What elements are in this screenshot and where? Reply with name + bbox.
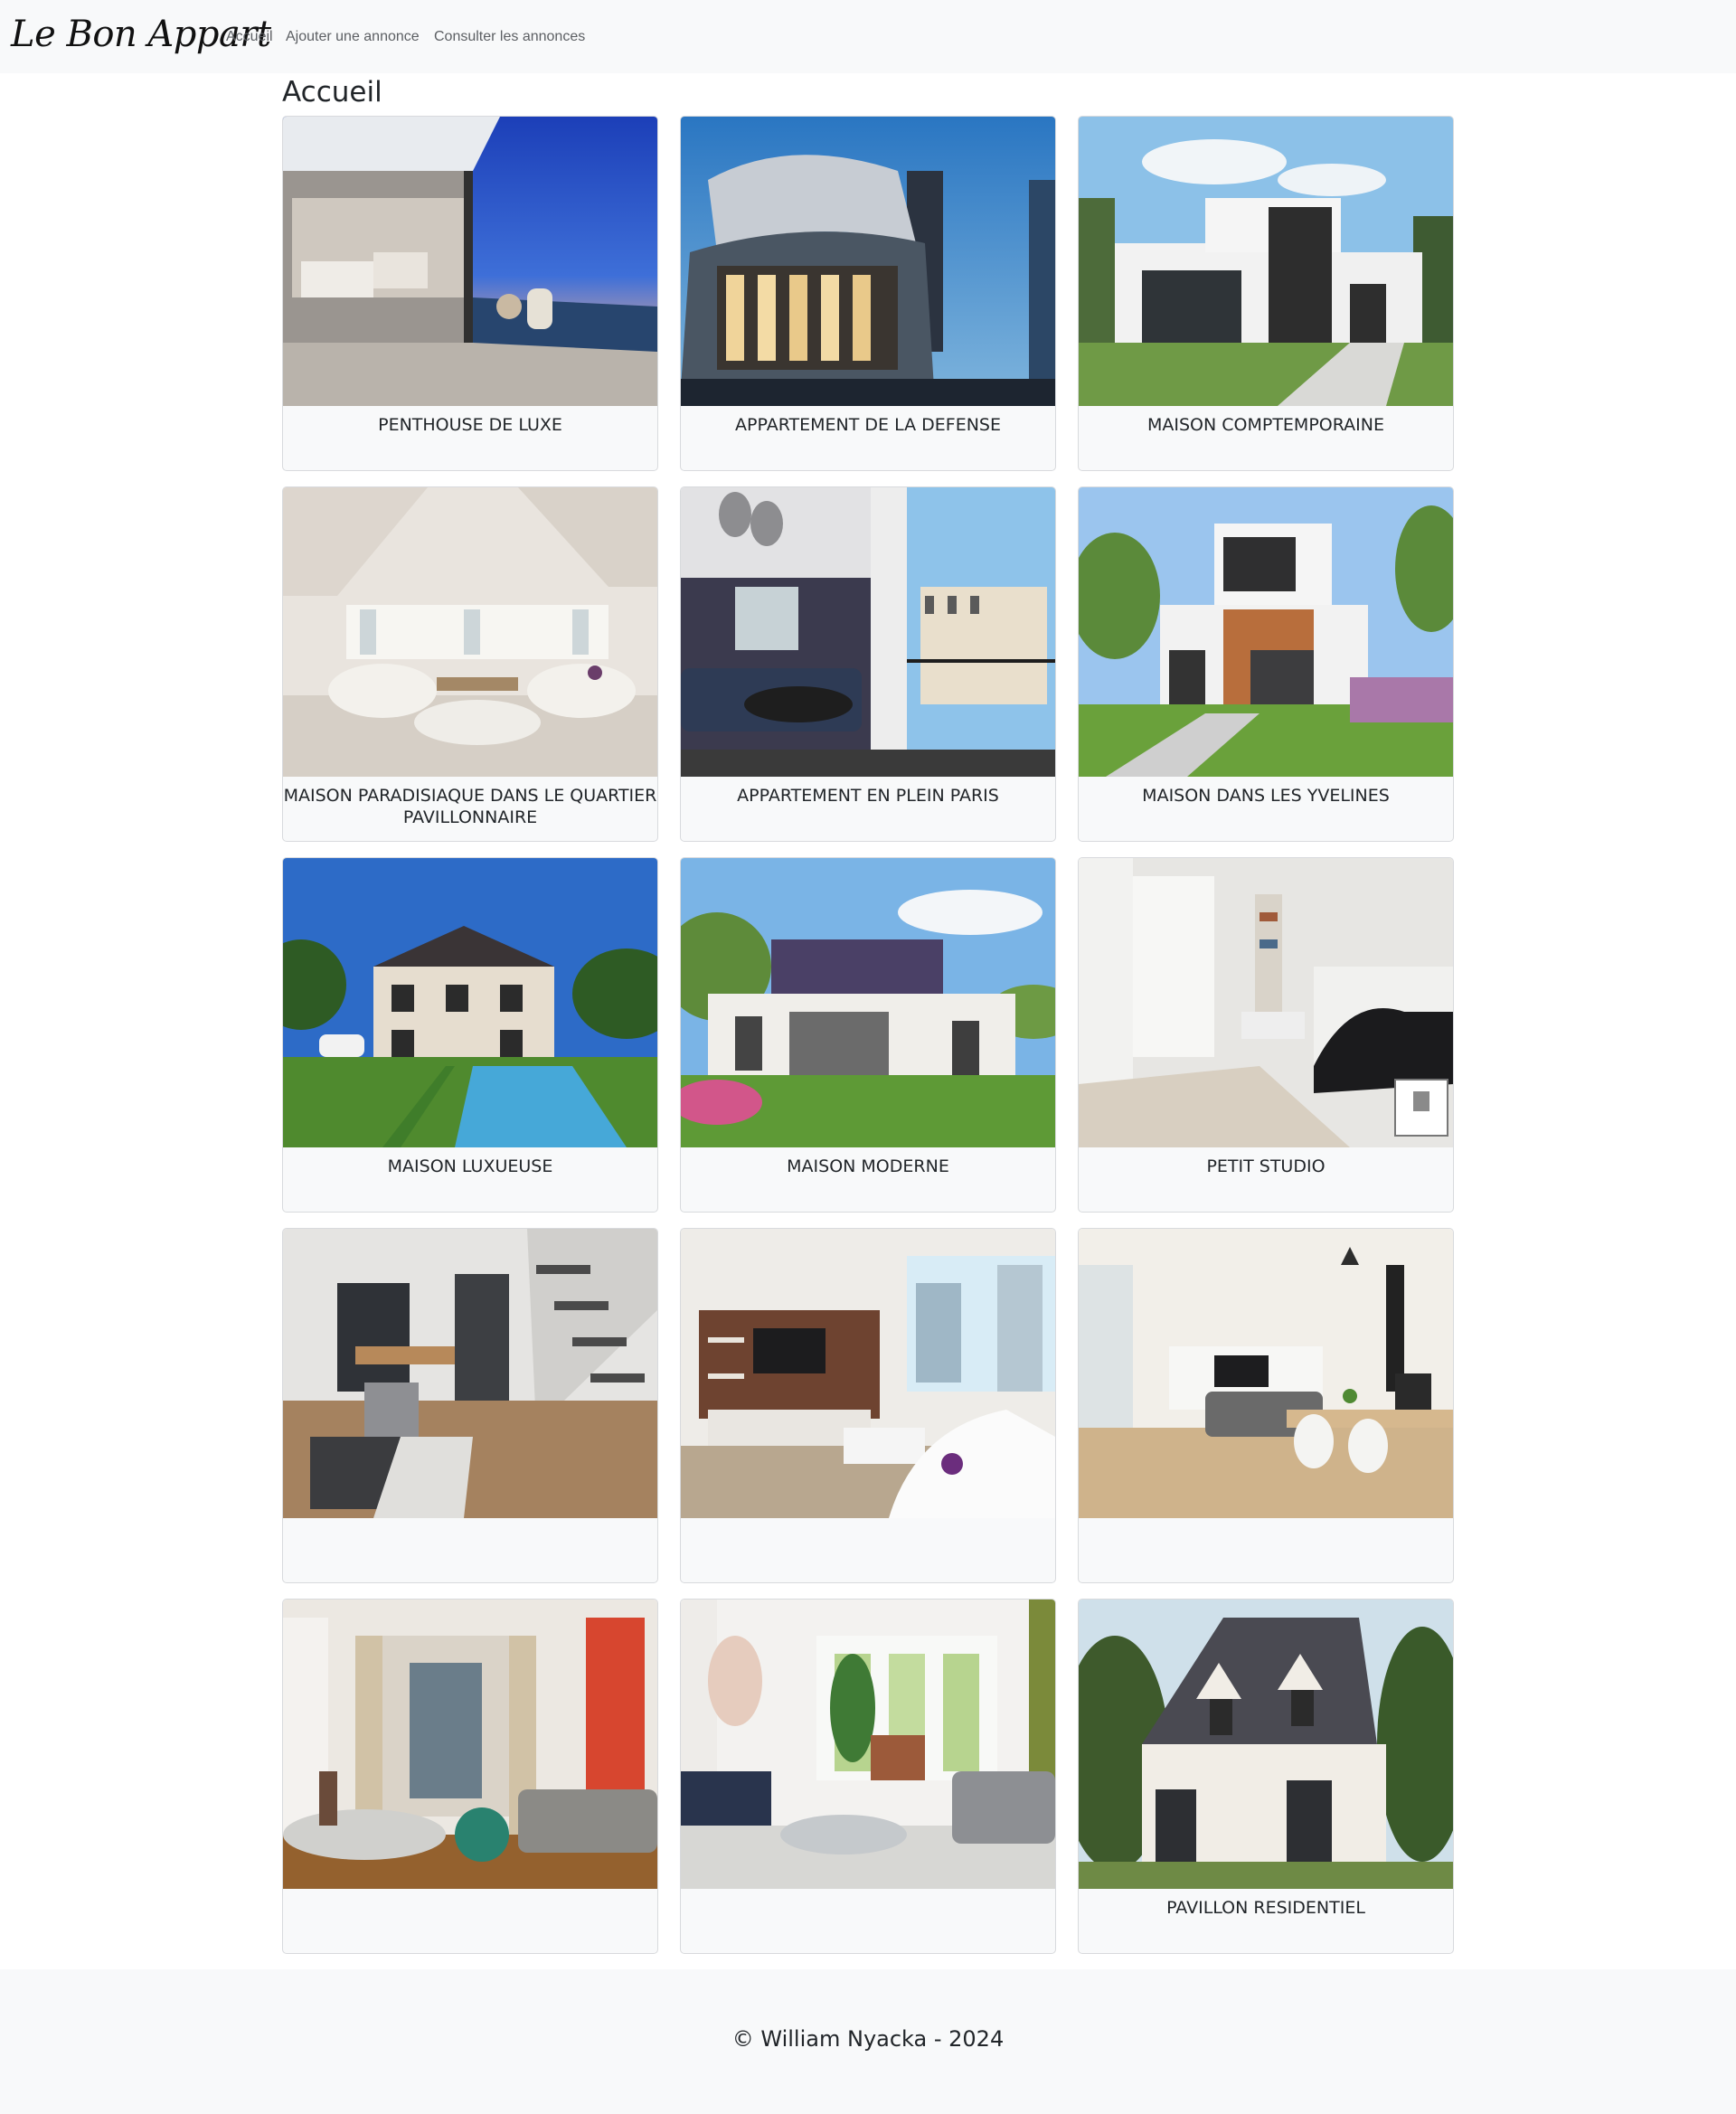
listing-card-14[interactable]	[680, 1599, 1056, 1954]
listing-card-13[interactable]	[282, 1599, 658, 1954]
listing-card-8[interactable]: MAISON MODERNE	[680, 857, 1056, 1213]
footer: © William Nyacka - 2024	[0, 1969, 1736, 2114]
listing-image[interactable]	[283, 1600, 657, 1889]
listing-card-11[interactable]	[680, 1228, 1056, 1583]
listing-card-5[interactable]: APPARTEMENT EN PLEIN PARIS	[680, 486, 1056, 842]
listing-image[interactable]	[1079, 1229, 1453, 1518]
listing-image[interactable]	[681, 487, 1055, 777]
listing-image[interactable]	[1079, 117, 1453, 406]
listing-card-10[interactable]	[282, 1228, 658, 1583]
nav-link-ajouter-annonce[interactable]: Ajouter une annonce	[286, 28, 420, 46]
listing-title: MAISON DANS LES YVELINES	[1142, 786, 1390, 806]
listing-title	[283, 1889, 657, 1897]
listing-image[interactable]	[1079, 1600, 1453, 1889]
listing-title: MAISON LUXUEUSE	[387, 1156, 553, 1176]
page-title: Accueil	[282, 76, 382, 109]
listing-image[interactable]	[681, 858, 1055, 1147]
listing-image[interactable]	[681, 1229, 1055, 1518]
listing-image[interactable]	[283, 117, 657, 406]
listing-title	[1079, 1518, 1453, 1526]
listing-title	[681, 1889, 1055, 1897]
listing-card-3[interactable]: MAISON COMPTEMPORAINE	[1078, 116, 1454, 471]
listing-image[interactable]	[1079, 858, 1453, 1147]
footer-copyright: © William Nyacka - 2024	[731, 2026, 1005, 2052]
listing-card-1[interactable]: PENTHOUSE DE LUXE	[282, 116, 658, 471]
listing-card-15[interactable]: PAVILLON RESIDENTIEL	[1078, 1599, 1454, 1954]
listing-card-2[interactable]: APPARTEMENT DE LA DEFENSE	[680, 116, 1056, 471]
listing-image[interactable]	[681, 1600, 1055, 1889]
listing-image[interactable]	[283, 858, 657, 1147]
listing-title: PAVILLON RESIDENTIEL	[1166, 1898, 1365, 1918]
listing-title: MAISON COMPTEMPORAINE	[1146, 415, 1384, 435]
nav-link-accueil[interactable]: Accueil	[226, 28, 273, 46]
listing-title: APPARTEMENT DE LA DEFENSE	[735, 415, 1001, 435]
listing-card-6[interactable]: MAISON DANS LES YVELINES	[1078, 486, 1454, 842]
listing-image[interactable]	[1079, 487, 1453, 777]
listing-card-4[interactable]: MAISON PARADISIAQUE DANS LE QUARTIER PAV…	[282, 486, 658, 842]
listing-title: MAISON PARADISIAQUE DANS LE QUARTIER PAV…	[283, 786, 657, 827]
nav-link-consulter-annonces[interactable]: Consulter les annonces	[434, 28, 585, 46]
listing-title	[283, 1518, 657, 1526]
listing-title: MAISON MODERNE	[787, 1156, 949, 1176]
listing-image[interactable]	[681, 117, 1055, 406]
listing-image[interactable]	[283, 1229, 657, 1518]
listing-card-9[interactable]: PETIT STUDIO	[1078, 857, 1454, 1213]
listing-title	[681, 1518, 1055, 1526]
listing-card-12[interactable]	[1078, 1228, 1454, 1583]
navbar: Le Bon Appart Accueil Ajouter une annonc…	[0, 0, 1736, 73]
listing-title: PETIT STUDIO	[1206, 1156, 1326, 1176]
listing-title: APPARTEMENT EN PLEIN PARIS	[737, 786, 999, 806]
listing-title: PENTHOUSE DE LUXE	[378, 415, 562, 435]
listing-card-7[interactable]: MAISON LUXUEUSE	[282, 857, 658, 1213]
listing-image[interactable]	[283, 487, 657, 777]
